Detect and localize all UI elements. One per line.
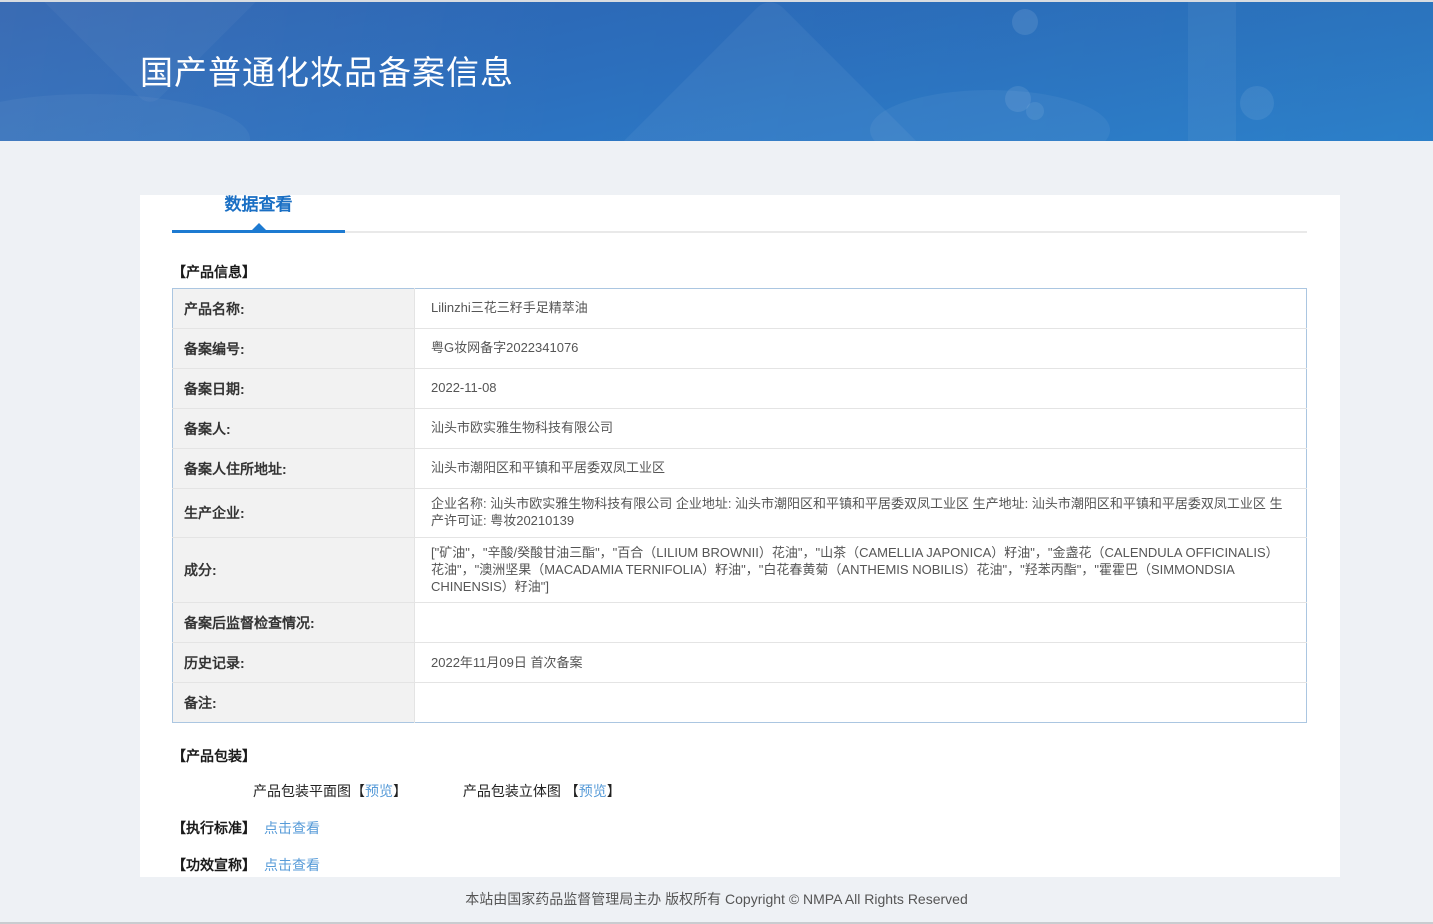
- table-row: 生产企业: 企业名称: 汕头市欧实雅生物科技有限公司 企业地址: 汕头市潮阳区和…: [173, 489, 1307, 538]
- row-value: [415, 683, 1307, 723]
- table-row: 备案人住所地址: 汕头市潮阳区和平镇和平居委双凤工业区: [173, 449, 1307, 489]
- packaging-stereo-item: 产品包装立体图 【预览】: [463, 781, 621, 801]
- row-value: [415, 603, 1307, 643]
- table-row: 历史记录: 2022年11月09日 首次备案: [173, 643, 1307, 683]
- packaging-stereo-preview-link[interactable]: 预览: [579, 783, 607, 799]
- row-label: 备案后监督检查情况:: [173, 603, 415, 643]
- row-label: 备案人住所地址:: [173, 449, 415, 489]
- standard-row: 【执行标准】点击查看: [172, 818, 1307, 838]
- efficacy-row: 【功效宣称】点击查看: [172, 855, 1307, 875]
- row-value: 企业名称: 汕头市欧实雅生物科技有限公司 企业地址: 汕头市潮阳区和平镇和平居委…: [415, 489, 1307, 538]
- banner-circle-1: [1012, 9, 1038, 35]
- main-area: 数据查看 【产品信息】 产品名称: Lilinzhi三花三籽手足精萃油 备案编号…: [0, 141, 1433, 911]
- tab-bar: 数据查看: [172, 195, 1307, 233]
- banner-band-shape: [1188, 2, 1236, 141]
- row-label: 产品名称:: [173, 289, 415, 329]
- row-value: 2022年11月09日 首次备案: [415, 643, 1307, 683]
- row-label: 生产企业:: [173, 489, 415, 538]
- row-value: ["矿油"，"辛酸/癸酸甘油三酯"，"百合（LILIUM BROWNII）花油"…: [415, 537, 1307, 603]
- row-label: 历史记录:: [173, 643, 415, 683]
- row-value: 汕头市潮阳区和平镇和平居委双凤工业区: [415, 449, 1307, 489]
- table-row: 成分: ["矿油"，"辛酸/癸酸甘油三酯"，"百合（LILIUM BROWNII…: [173, 537, 1307, 603]
- standard-view-link[interactable]: 点击查看: [264, 820, 320, 836]
- row-value: Lilinzhi三花三籽手足精萃油: [415, 289, 1307, 329]
- section-heading-product-info: 【产品信息】: [172, 262, 1307, 282]
- row-label: 备注:: [173, 683, 415, 723]
- row-label: 备案日期:: [173, 369, 415, 409]
- row-label: 备案编号:: [173, 329, 415, 369]
- tab-active-indicator-triangle: [252, 223, 266, 230]
- table-row: 产品名称: Lilinzhi三花三籽手足精萃油: [173, 289, 1307, 329]
- row-value: 汕头市欧实雅生物科技有限公司: [415, 409, 1307, 449]
- page-banner: 国产普通化妆品备案信息: [0, 2, 1433, 141]
- packaging-links-row: 产品包装平面图【预览】 产品包装立体图 【预览】: [172, 781, 1307, 801]
- page-title: 国产普通化妆品备案信息: [140, 46, 514, 94]
- row-label: 备案人:: [173, 409, 415, 449]
- section-heading-standard: 【执行标准】: [172, 820, 256, 836]
- row-value: 粤G妆网备字2022341076: [415, 329, 1307, 369]
- table-row: 备案后监督检查情况:: [173, 603, 1307, 643]
- section-heading-packaging: 【产品包装】: [172, 746, 1307, 766]
- section-heading-efficacy: 【功效宣称】: [172, 857, 256, 873]
- packaging-flat-label: 产品包装平面图【: [253, 783, 365, 799]
- row-label: 成分:: [173, 537, 415, 603]
- packaging-flat-item: 产品包装平面图【预览】: [253, 781, 407, 801]
- packaging-flat-preview-link[interactable]: 预览: [365, 783, 393, 799]
- table-row: 备案编号: 粤G妆网备字2022341076: [173, 329, 1307, 369]
- page-footer: 本站由国家药品监督管理局主办 版权所有 Copyright © NMPA All…: [0, 877, 1433, 922]
- content-card: 数据查看 【产品信息】 产品名称: Lilinzhi三花三籽手足精萃油 备案编号…: [140, 195, 1340, 911]
- efficacy-view-link[interactable]: 点击查看: [264, 857, 320, 873]
- banner-circle-3: [1026, 102, 1044, 120]
- product-info-table: 产品名称: Lilinzhi三花三籽手足精萃油 备案编号: 粤G妆网备字2022…: [172, 288, 1307, 723]
- table-row: 备案日期: 2022-11-08: [173, 369, 1307, 409]
- packaging-flat-bracket-close: 】: [393, 783, 407, 799]
- packaging-stereo-bracket-close: 】: [607, 783, 621, 799]
- tab-data-view[interactable]: 数据查看: [172, 195, 345, 231]
- footer-copyright-text: 本站由国家药品监督管理局主办 版权所有 Copyright © NMPA All…: [465, 891, 967, 907]
- banner-circle-4: [1240, 86, 1274, 120]
- tab-data-view-label: 数据查看: [225, 195, 293, 214]
- row-value: 2022-11-08: [415, 369, 1307, 409]
- table-row: 备注:: [173, 683, 1307, 723]
- packaging-stereo-label: 产品包装立体图 【: [463, 783, 579, 799]
- table-row: 备案人: 汕头市欧实雅生物科技有限公司: [173, 409, 1307, 449]
